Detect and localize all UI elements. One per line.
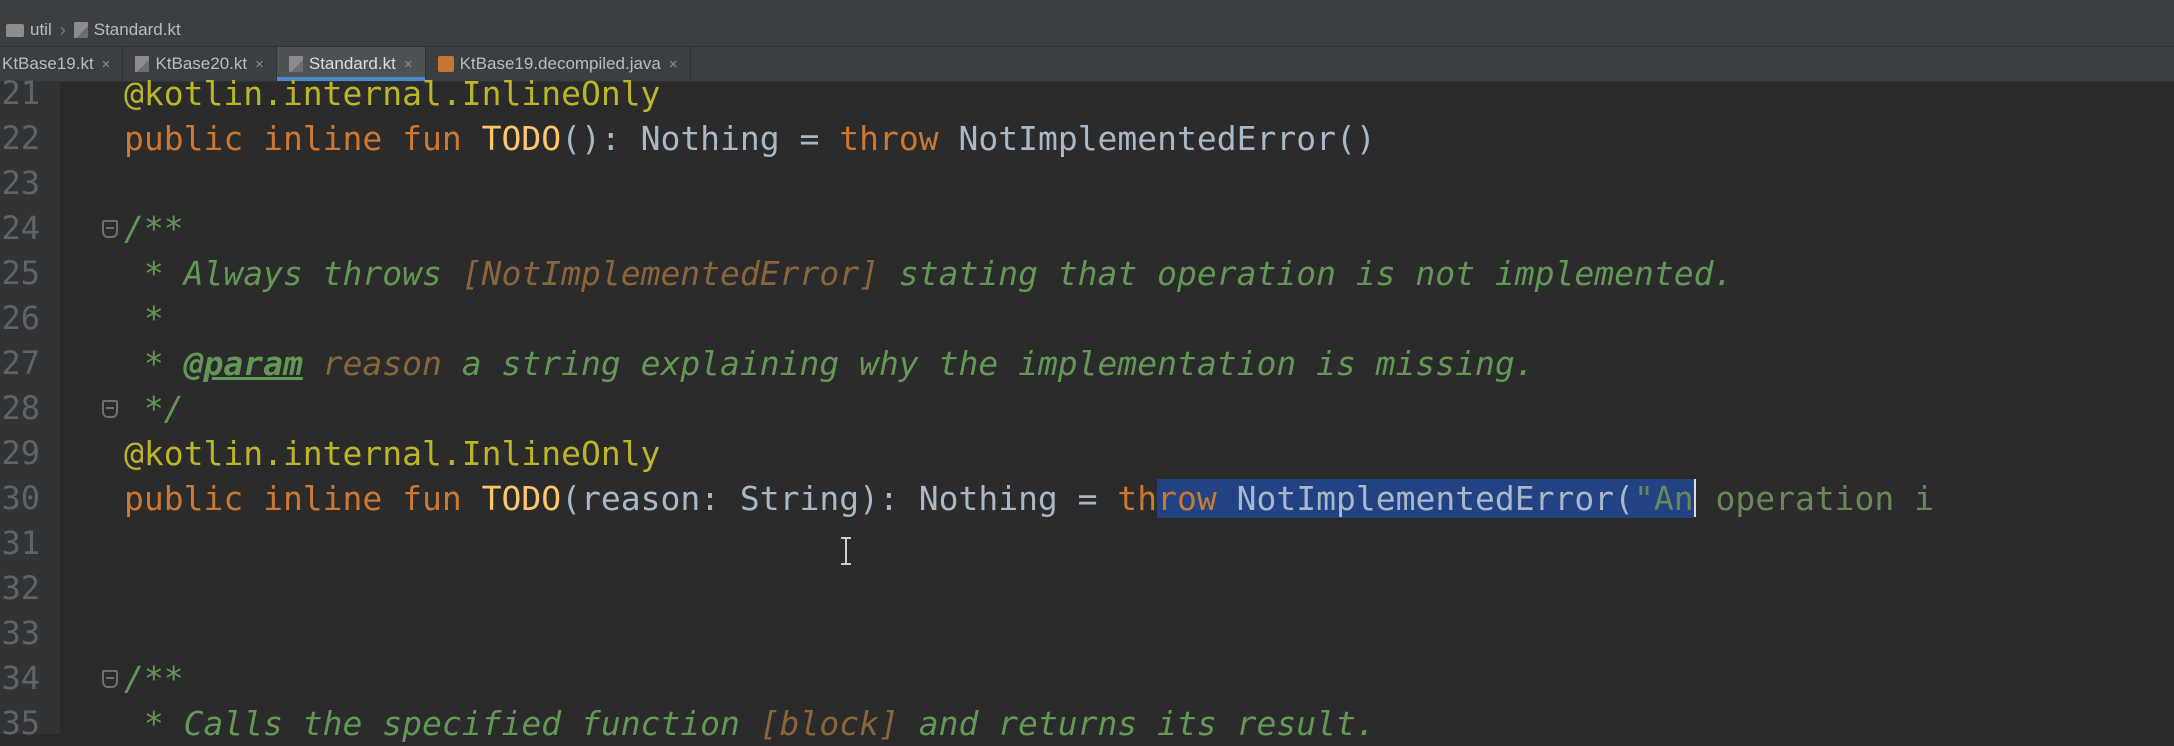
code-token: [block] [759,704,899,743]
line-number: 28 [1,389,40,427]
code-token: * Calls the specified function [124,704,760,743]
code-line[interactable]: 34 /** [0,656,2174,701]
code-token: and returns its result. [898,704,1376,743]
code-line[interactable]: 26 * [0,296,2174,341]
code-line[interactable]: 21 @kotlin.internal.InlineOnly [0,71,2174,116]
code-token: TODO [481,119,562,158]
code-token: (reason: String): Nothing = [561,479,1118,518]
code-text: */ [124,386,184,431]
code-token: @kotlin.internal.InlineOnly [124,74,661,113]
code-line[interactable]: 22 public inline fun TODO(): Nothing = th… [0,116,2174,161]
code-token: a string explaining why the implementati… [441,344,1535,383]
code-line[interactable]: 27 * @param reason a string explaining w… [0,341,2174,386]
line-number: 26 [1,299,40,337]
line-number: 33 [1,614,40,652]
window-top-strip [0,0,2174,14]
line-number: 21 [1,74,40,112]
code-token: NotImplementedError( [1236,479,1634,518]
code-token: stating that operation is not implemente… [879,254,1734,293]
code-line[interactable]: 33 [0,611,2174,656]
breadcrumb: util › Standard.kt [0,14,2174,47]
fold-marker-icon[interactable] [100,398,118,418]
code-token: row [1157,479,1237,518]
code-text: public inline fun TODO(reason: String): … [124,476,1934,521]
code-line[interactable]: 23 [0,161,2174,206]
code-text: /** [124,656,184,701]
code-text: * Calls the specified function [block] a… [124,701,1376,746]
code-text: /** [124,206,184,251]
folder-icon [6,23,24,37]
line-number: 31 [1,524,40,562]
code-text: @kotlin.internal.InlineOnly [124,71,660,116]
code-token: * Always throws [124,254,462,293]
code-token: @kotlin.internal.InlineOnly [124,434,661,473]
close-icon[interactable]: × [404,56,413,73]
code-line[interactable]: 35 * Calls the specified function [block… [0,701,2174,746]
code-token: reason [302,344,442,383]
fold-marker-icon[interactable] [100,668,118,688]
code-text: @kotlin.internal.InlineOnly [124,431,660,476]
code-text: * Always throws [NotImplementedError] st… [124,251,1733,296]
kotlin-file-icon [288,56,303,72]
code-line[interactable]: 31 [0,521,2174,566]
kotlin-file-icon [73,22,88,38]
chevron-right-icon: › [59,19,66,40]
line-number: 30 [1,479,40,517]
code-token: /** [124,659,184,698]
code-token: * [124,299,164,338]
code-token: TODO [481,479,562,518]
code-line[interactable]: 32 [0,566,2174,611]
line-number: 32 [1,569,40,607]
code-line[interactable]: 29 @kotlin.internal.InlineOnly [0,431,2174,476]
code-token: (): Nothing = [561,119,840,158]
java-file-icon [437,56,454,72]
line-number: 34 [1,659,40,697]
code-token: public inline fun [124,119,482,158]
line-number: 23 [1,164,40,202]
code-editor[interactable]: 21 @kotlin.internal.InlineOnly 22 public in… [0,74,2174,743]
fold-marker-icon[interactable] [100,218,118,238]
close-icon[interactable]: × [102,56,111,73]
line-number: 25 [1,254,40,292]
code-token: throw [839,119,959,158]
line-number: 22 [1,119,40,157]
code-line[interactable]: 28 */ [0,386,2174,431]
code-text: * @param reason a string explaining why … [124,341,1535,386]
close-icon[interactable]: × [255,56,264,73]
code-token: th [1117,479,1158,518]
breadcrumb-folder-label: util [30,20,52,39]
breadcrumb-file-label: Standard.kt [93,20,181,39]
code-text: public inline fun TODO(): Nothing = thro… [124,116,1376,161]
mouse-ibeam-cursor [841,537,851,565]
close-icon[interactable]: × [669,56,678,73]
breadcrumb-item-folder[interactable]: util [0,20,52,40]
code-text: * [124,296,164,341]
code-token: public inline fun [124,479,482,518]
code-line[interactable]: 24 /** [0,206,2174,251]
breadcrumb-item-file[interactable]: Standard.kt [73,20,181,40]
code-token: @param [183,344,303,383]
line-number: 35 [1,704,40,742]
line-number: 24 [1,209,40,247]
code-token: "An [1634,479,1694,518]
line-number: 29 [1,434,40,472]
code-token: NotImplementedError() [958,119,1376,158]
code-token: [NotImplementedError] [461,254,879,293]
code-token: */ [124,389,184,428]
code-token: * [124,344,184,383]
code-token: operation i [1695,479,1935,518]
code-token: /** [124,209,184,248]
code-line[interactable]: 30 public inline fun TODO(reason: String)… [0,476,2174,521]
kotlin-file-icon [135,56,150,72]
code-line[interactable]: 25 * Always throws [NotImplementedError]… [0,251,2174,296]
line-number: 27 [1,344,40,382]
